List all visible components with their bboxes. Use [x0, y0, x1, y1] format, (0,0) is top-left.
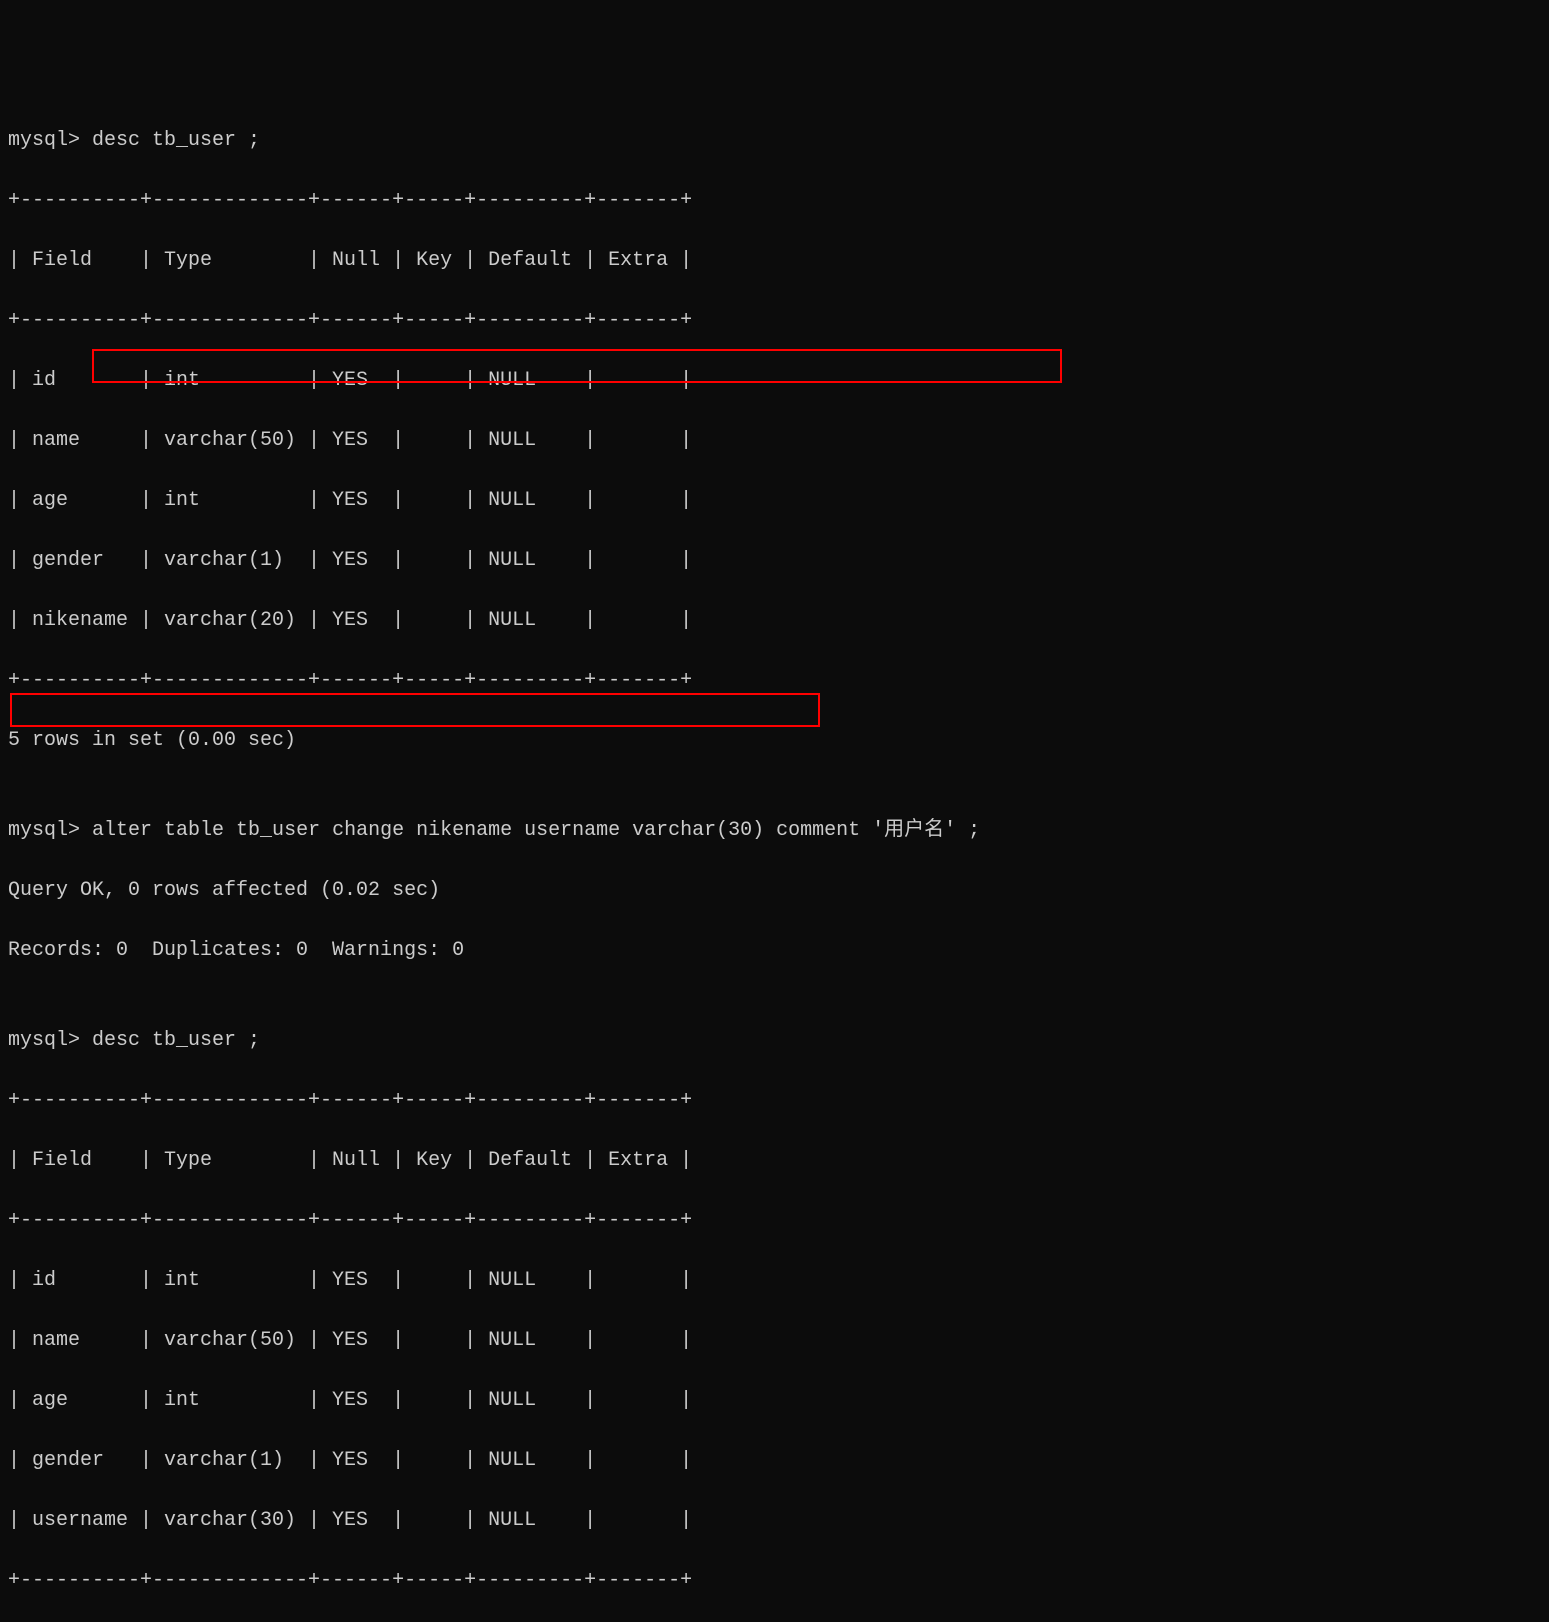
table-row: | gender | varchar(1) | YES | | NULL | | — [8, 1446, 1541, 1476]
highlight-username-row — [10, 693, 820, 727]
rows-in-set: 5 rows in set (0.00 sec) — [8, 726, 1541, 756]
command: desc tb_user ; — [92, 1029, 260, 1052]
table-row: | gender | varchar(1) | YES | | NULL | | — [8, 546, 1541, 576]
table-border: +----------+-------------+------+-----+-… — [8, 1566, 1541, 1596]
prompt: mysql> — [8, 819, 80, 842]
table-row: | nikename | varchar(20) | YES | | NULL … — [8, 606, 1541, 636]
table-row: | name | varchar(50) | YES | | NULL | | — [8, 426, 1541, 456]
prompt: mysql> — [8, 129, 80, 152]
table-border: +----------+-------------+------+-----+-… — [8, 666, 1541, 696]
table-header: | Field | Type | Null | Key | Default | … — [8, 246, 1541, 276]
table-row: | age | int | YES | | NULL | | — [8, 1386, 1541, 1416]
table-row: | age | int | YES | | NULL | | — [8, 486, 1541, 516]
query-ok: Query OK, 0 rows affected (0.02 sec) — [8, 876, 1541, 906]
prompt: mysql> — [8, 1029, 80, 1052]
table-border: +----------+-------------+------+-----+-… — [8, 306, 1541, 336]
cmd-line-2[interactable]: mysql> alter table tb_user change nikena… — [8, 816, 1541, 846]
table-header: | Field | Type | Null | Key | Default | … — [8, 1146, 1541, 1176]
command: alter table tb_user change nikename user… — [92, 819, 980, 842]
records-info: Records: 0 Duplicates: 0 Warnings: 0 — [8, 936, 1541, 966]
table-row: | name | varchar(50) | YES | | NULL | | — [8, 1326, 1541, 1356]
cmd-line-3[interactable]: mysql> desc tb_user ; — [8, 1026, 1541, 1056]
table-border: +----------+-------------+------+-----+-… — [8, 186, 1541, 216]
table-border: +----------+-------------+------+-----+-… — [8, 1086, 1541, 1116]
cmd-line-1[interactable]: mysql> desc tb_user ; — [8, 126, 1541, 156]
table-row: | username | varchar(30) | YES | | NULL … — [8, 1506, 1541, 1536]
command: desc tb_user ; — [92, 129, 260, 152]
table-row: | id | int | YES | | NULL | | — [8, 366, 1541, 396]
table-border: +----------+-------------+------+-----+-… — [8, 1206, 1541, 1236]
table-row: | id | int | YES | | NULL | | — [8, 1266, 1541, 1296]
